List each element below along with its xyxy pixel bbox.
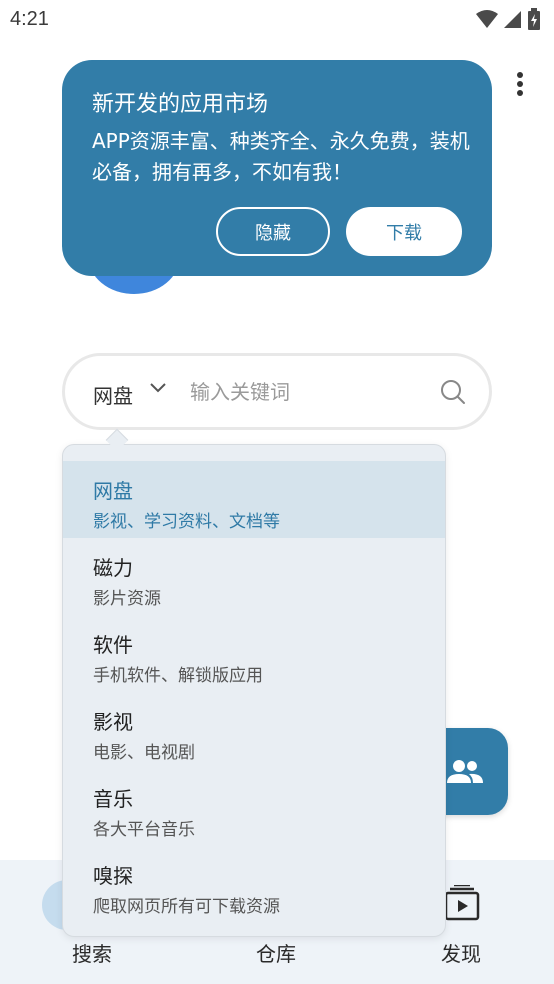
people-icon	[447, 759, 483, 783]
status-icons	[476, 8, 540, 30]
dropdown-item-subtitle: 电影、电视剧	[93, 743, 195, 763]
battery-icon	[528, 8, 540, 30]
nav-label-discover: 发现	[441, 942, 481, 966]
search-bar: 网盘	[62, 353, 492, 430]
play-box-icon	[444, 885, 480, 921]
status-time: 4:21	[10, 8, 49, 30]
dropdown-item-title: 影视	[93, 710, 133, 734]
nav-label-warehouse: 仓库	[256, 942, 296, 966]
chevron-down-icon[interactable]	[149, 382, 167, 394]
dropdown-item-music[interactable]: 音乐 各大平台音乐	[63, 769, 445, 846]
promo-description: APP资源丰富、种类齐全、永久免费，装机必备，拥有再多，不如有我！	[92, 129, 470, 184]
more-dot-icon	[517, 81, 523, 87]
dropdown-item-netdisk[interactable]: 网盘 影视、学习资料、文档等	[63, 461, 445, 538]
dropdown-item-subtitle: 影片资源	[93, 589, 161, 609]
promo-card: 新开发的应用市场 APP资源丰富、种类齐全、永久免费，装机必备，拥有再多，不如有…	[62, 60, 492, 276]
search-icon[interactable]	[439, 378, 467, 406]
more-dot-icon	[517, 72, 523, 78]
dropdown-item-title: 软件	[93, 633, 133, 657]
dropdown-item-subtitle: 影视、学习资料、文档等	[93, 512, 280, 532]
more-dot-icon	[517, 90, 523, 96]
more-options-button[interactable]	[510, 70, 530, 98]
status-bar: 4:21	[0, 0, 554, 40]
dropdown-item-subtitle: 手机软件、解锁版应用	[93, 666, 263, 686]
promo-title: 新开发的应用市场	[92, 92, 269, 117]
search-input[interactable]	[190, 378, 430, 406]
search-type-select[interactable]: 网盘	[93, 380, 133, 409]
search-type-dropdown: 网盘 影视、学习资料、文档等 磁力 影片资源 软件 手机软件、解锁版应用 影视 …	[62, 444, 446, 937]
nav-label-search: 搜索	[72, 942, 112, 966]
dropdown-item-title: 嗅探	[93, 864, 133, 888]
hide-button[interactable]: 隐藏	[216, 207, 330, 256]
dropdown-item-title: 网盘	[93, 479, 133, 503]
dropdown-item-subtitle: 爬取网页所有可下载资源	[93, 897, 280, 917]
dropdown-item-software[interactable]: 软件 手机软件、解锁版应用	[63, 615, 445, 692]
dropdown-item-video[interactable]: 影视 电影、电视剧	[63, 692, 445, 769]
dropdown-item-title: 音乐	[93, 787, 133, 811]
dropdown-item-magnet[interactable]: 磁力 影片资源	[63, 538, 445, 615]
download-button[interactable]: 下载	[346, 207, 462, 256]
dropdown-item-subtitle: 各大平台音乐	[93, 820, 195, 840]
dropdown-item-sniff[interactable]: 嗅探 爬取网页所有可下载资源	[63, 846, 445, 923]
signal-icon	[504, 11, 521, 28]
wifi-icon	[476, 10, 498, 28]
dropdown-item-title: 磁力	[93, 556, 133, 580]
